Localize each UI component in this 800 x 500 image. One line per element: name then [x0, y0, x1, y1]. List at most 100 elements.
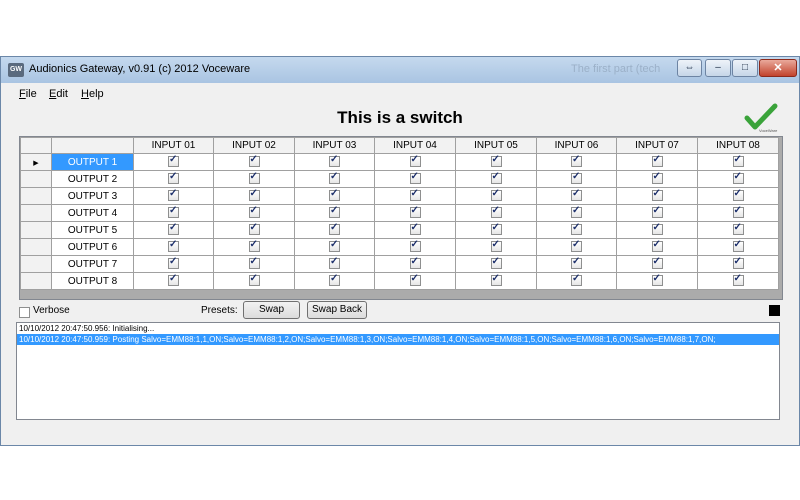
route-checkbox[interactable]	[651, 239, 663, 253]
route-checkbox[interactable]	[732, 154, 744, 168]
route-checkbox[interactable]	[571, 188, 582, 202]
column-header[interactable]: INPUT 02	[213, 137, 295, 154]
route-checkbox[interactable]	[651, 171, 663, 185]
menu-file[interactable]: File	[19, 88, 37, 100]
route-checkbox[interactable]	[168, 222, 179, 236]
output-label[interactable]: OUTPUT 5	[51, 221, 134, 239]
row-header[interactable]	[20, 238, 52, 256]
output-label[interactable]: OUTPUT 3	[51, 187, 134, 205]
route-checkbox[interactable]	[329, 239, 340, 253]
route-checkbox[interactable]	[732, 171, 744, 185]
route-checkbox[interactable]	[571, 154, 582, 168]
menu-edit[interactable]: Edit	[49, 88, 68, 100]
row-header[interactable]	[20, 170, 52, 188]
route-checkbox[interactable]	[490, 239, 502, 253]
route-checkbox[interactable]	[651, 256, 663, 270]
table-row[interactable]: OUTPUT 2	[20, 170, 779, 188]
route-checkbox[interactable]	[490, 188, 502, 202]
column-header[interactable]: INPUT 08	[697, 137, 779, 154]
route-checkbox[interactable]	[490, 222, 502, 236]
minimize-button[interactable]: –	[705, 59, 731, 77]
swap-back-button[interactable]: Swap Back	[307, 301, 367, 319]
route-checkbox[interactable]	[732, 273, 744, 287]
route-checkbox[interactable]	[329, 188, 340, 202]
output-label[interactable]: OUTPUT 6	[51, 238, 134, 256]
route-checkbox[interactable]	[732, 188, 744, 202]
row-header[interactable]	[20, 221, 52, 239]
route-checkbox[interactable]	[490, 273, 502, 287]
column-header[interactable]: INPUT 03	[294, 137, 375, 154]
route-checkbox[interactable]	[329, 154, 340, 168]
table-row[interactable]: OUTPUT 6	[20, 238, 779, 256]
menu-help[interactable]: Help	[81, 88, 104, 100]
route-checkbox[interactable]	[248, 154, 260, 168]
table-row[interactable]: OUTPUT 7	[20, 255, 779, 273]
route-checkbox[interactable]	[571, 205, 582, 219]
table-row[interactable]: ▶ OUTPUT 1	[20, 153, 779, 171]
route-checkbox[interactable]	[571, 273, 582, 287]
route-checkbox[interactable]	[329, 222, 340, 236]
route-checkbox[interactable]	[248, 222, 260, 236]
table-row[interactable]: OUTPUT 3	[20, 187, 779, 205]
route-checkbox[interactable]	[732, 222, 744, 236]
output-label[interactable]: OUTPUT 1	[51, 153, 134, 171]
output-label[interactable]: OUTPUT 4	[51, 204, 134, 222]
route-checkbox[interactable]	[409, 171, 421, 185]
output-label[interactable]: OUTPUT 7	[51, 255, 134, 273]
table-row[interactable]: OUTPUT 4	[20, 204, 779, 222]
route-checkbox[interactable]	[571, 222, 582, 236]
route-checkbox[interactable]	[651, 205, 663, 219]
route-checkbox[interactable]	[409, 222, 421, 236]
route-checkbox[interactable]	[409, 188, 421, 202]
route-checkbox[interactable]	[651, 222, 663, 236]
log-line[interactable]: 10/10/2012 20:47:50.959: Posting Salvo=E…	[17, 334, 779, 345]
close-button[interactable]: ✕	[759, 59, 797, 77]
log-line[interactable]: 10/10/2012 20:47:50.956: Initialising...	[17, 323, 779, 334]
route-checkbox[interactable]	[490, 154, 502, 168]
swap-button[interactable]: Swap	[243, 301, 300, 319]
title-bar[interactable]: GW Audionics Gateway, v0.91 (c) 2012 Voc…	[1, 57, 799, 83]
route-checkbox[interactable]	[329, 256, 340, 270]
route-checkbox[interactable]	[732, 205, 744, 219]
route-checkbox[interactable]	[732, 239, 744, 253]
row-header[interactable]	[20, 272, 52, 290]
route-checkbox[interactable]	[409, 154, 421, 168]
column-header[interactable]: INPUT 01	[133, 137, 214, 154]
route-checkbox[interactable]	[409, 239, 421, 253]
route-checkbox[interactable]	[409, 205, 421, 219]
route-checkbox[interactable]	[571, 239, 582, 253]
route-checkbox[interactable]	[409, 273, 421, 287]
column-header[interactable]: INPUT 05	[455, 137, 537, 154]
route-checkbox[interactable]	[490, 256, 502, 270]
verbose-checkbox[interactable]	[19, 307, 30, 318]
restore-button[interactable]: ⇔	[677, 59, 702, 77]
column-header[interactable]: INPUT 04	[374, 137, 456, 154]
row-header[interactable]	[20, 255, 52, 273]
route-checkbox[interactable]	[490, 171, 502, 185]
route-checkbox[interactable]	[168, 256, 179, 270]
route-checkbox[interactable]	[168, 154, 179, 168]
column-header[interactable]: INPUT 07	[616, 137, 698, 154]
route-checkbox[interactable]	[571, 256, 582, 270]
row-header[interactable]	[20, 204, 52, 222]
log-list[interactable]: 10/10/2012 20:47:50.956: Initialising...…	[16, 322, 780, 420]
table-row[interactable]: OUTPUT 8	[20, 272, 779, 290]
route-checkbox[interactable]	[248, 273, 260, 287]
route-checkbox[interactable]	[168, 273, 179, 287]
route-checkbox[interactable]	[248, 205, 260, 219]
route-checkbox[interactable]	[651, 154, 663, 168]
route-checkbox[interactable]	[409, 256, 421, 270]
route-checkbox[interactable]	[248, 171, 260, 185]
route-checkbox[interactable]	[168, 171, 179, 185]
route-checkbox[interactable]	[329, 205, 340, 219]
maximize-button[interactable]: □	[732, 59, 758, 77]
route-checkbox[interactable]	[248, 239, 260, 253]
route-checkbox[interactable]	[329, 171, 340, 185]
route-checkbox[interactable]	[732, 256, 744, 270]
route-checkbox[interactable]	[651, 273, 663, 287]
column-header[interactable]: INPUT 06	[536, 137, 617, 154]
route-checkbox[interactable]	[490, 205, 502, 219]
route-checkbox[interactable]	[651, 188, 663, 202]
row-header[interactable]	[20, 187, 52, 205]
route-checkbox[interactable]	[168, 239, 179, 253]
